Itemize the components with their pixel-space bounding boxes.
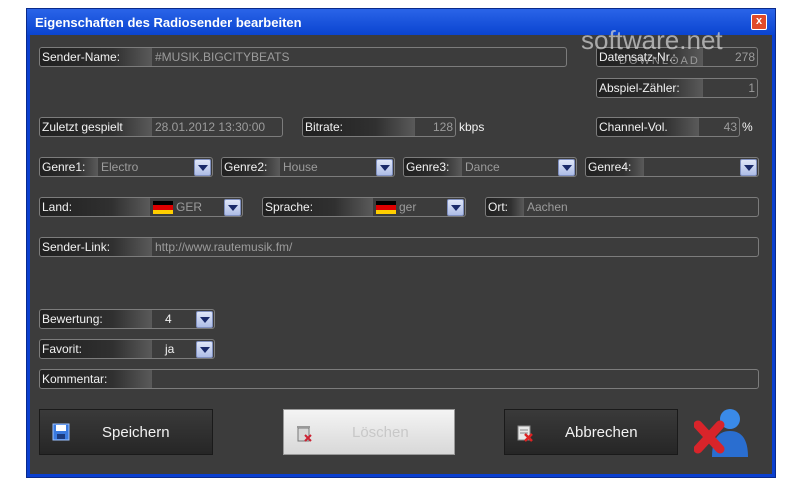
last-played-label: Zuletzt gespielt — [40, 118, 152, 136]
genre3-label: Genre3: — [404, 158, 462, 176]
dialog-body: Sender-Name: #MUSIK.BIGCITYBEATS Datensa… — [30, 35, 772, 474]
close-button[interactable]: x — [751, 14, 767, 30]
bitrate-value: 128 — [432, 120, 453, 134]
genre2-label: Genre2: — [222, 158, 280, 176]
trash-icon — [294, 423, 314, 447]
language-label: Sprache: — [263, 198, 373, 216]
genre3-select[interactable]: Genre3: Dance — [403, 157, 577, 177]
genre1-dropdown-icon[interactable] — [194, 159, 211, 176]
germany-flag-icon — [153, 201, 173, 214]
language-select[interactable]: Sprache: ger — [262, 197, 466, 217]
delete-button[interactable]: Löschen — [283, 409, 455, 455]
channel-volume-value: 43 — [723, 120, 737, 134]
remove-user-icon — [693, 407, 752, 464]
location-field[interactable]: Ort: Aachen — [485, 197, 759, 217]
play-counter-field: Abspiel-Zähler: 1 — [596, 78, 758, 98]
window-title: Eigenschaften des Radiosender bearbeiten — [35, 15, 302, 30]
play-counter-label: Abspiel-Zähler: — [597, 79, 703, 97]
country-select[interactable]: Land: GER — [39, 197, 243, 217]
genre4-dropdown-icon[interactable] — [740, 159, 757, 176]
play-counter-value: 1 — [748, 81, 755, 95]
comment-value — [152, 370, 155, 388]
language-dropdown-icon[interactable] — [447, 199, 464, 216]
cancel-document-icon — [515, 423, 535, 447]
genre1-select[interactable]: Genre1: Electro — [39, 157, 213, 177]
rating-dropdown-icon[interactable] — [196, 311, 213, 328]
favorite-dropdown-icon[interactable] — [196, 341, 213, 358]
genre4-select[interactable]: Genre4: — [585, 157, 759, 177]
country-value: GER — [176, 200, 203, 214]
channel-volume-label: Channel-Vol. — [597, 118, 699, 136]
station-link-label: Sender-Link: — [40, 238, 152, 256]
channel-volume-unit: % — [742, 120, 753, 134]
country-dropdown-icon[interactable] — [224, 199, 241, 216]
language-value: ger — [399, 200, 417, 214]
comment-field[interactable]: Kommentar: — [39, 369, 759, 389]
rating-label: Bewertung: — [40, 310, 152, 328]
bitrate-field: Bitrate: 128 — [302, 117, 456, 137]
genre2-select[interactable]: Genre2: House — [221, 157, 395, 177]
germany-flag-icon — [376, 201, 396, 214]
properties-dialog: Eigenschaften des Radiosender bearbeiten… — [26, 8, 776, 478]
genre4-value — [644, 158, 647, 176]
delete-button-label: Löschen — [352, 424, 409, 441]
save-button[interactable]: Speichern — [39, 409, 213, 455]
station-name-value: #MUSIK.BIGCITYBEATS — [155, 50, 290, 64]
channel-volume-field[interactable]: Channel-Vol. 43 — [596, 117, 740, 137]
bitrate-label: Bitrate: — [303, 118, 415, 136]
rating-select[interactable]: Bewertung: 4 — [39, 309, 215, 329]
genre3-dropdown-icon[interactable] — [558, 159, 575, 176]
watermark-logo: software.net — [581, 25, 723, 55]
floppy-disk-icon — [52, 423, 70, 445]
location-label: Ort: — [486, 198, 524, 216]
location-value: Aachen — [527, 200, 568, 214]
station-name-field[interactable]: Sender-Name: #MUSIK.BIGCITYBEATS — [39, 47, 567, 67]
last-played-value: 28.01.2012 13:30:00 — [155, 120, 266, 134]
genre2-value: House — [283, 160, 318, 174]
comment-label: Kommentar: — [40, 370, 152, 388]
favorite-value: ja — [165, 342, 175, 356]
genre1-label: Genre1: — [40, 158, 98, 176]
favorite-label: Favorit: — [40, 340, 152, 358]
bitrate-unit: kbps — [459, 120, 485, 134]
genre1-value: Electro — [101, 160, 139, 174]
genre3-value: Dance — [465, 160, 500, 174]
station-link-field[interactable]: Sender-Link: http://www.rautemusik.fm/ — [39, 237, 759, 257]
cancel-button-label: Abbrechen — [565, 424, 638, 441]
save-button-label: Speichern — [102, 424, 170, 441]
genre2-dropdown-icon[interactable] — [376, 159, 393, 176]
genre4-label: Genre4: — [586, 158, 644, 176]
rating-value: 4 — [165, 312, 172, 326]
station-name-label: Sender-Name: — [40, 48, 152, 66]
last-played-field: Zuletzt gespielt 28.01.2012 13:30:00 — [39, 117, 283, 137]
country-label: Land: — [40, 198, 150, 216]
favorite-select[interactable]: Favorit: ja — [39, 339, 215, 359]
cancel-button[interactable]: Abbrechen — [504, 409, 678, 455]
watermark-download: DOWNLOAD — [619, 55, 700, 67]
station-link-value: http://www.rautemusik.fm/ — [155, 240, 293, 254]
